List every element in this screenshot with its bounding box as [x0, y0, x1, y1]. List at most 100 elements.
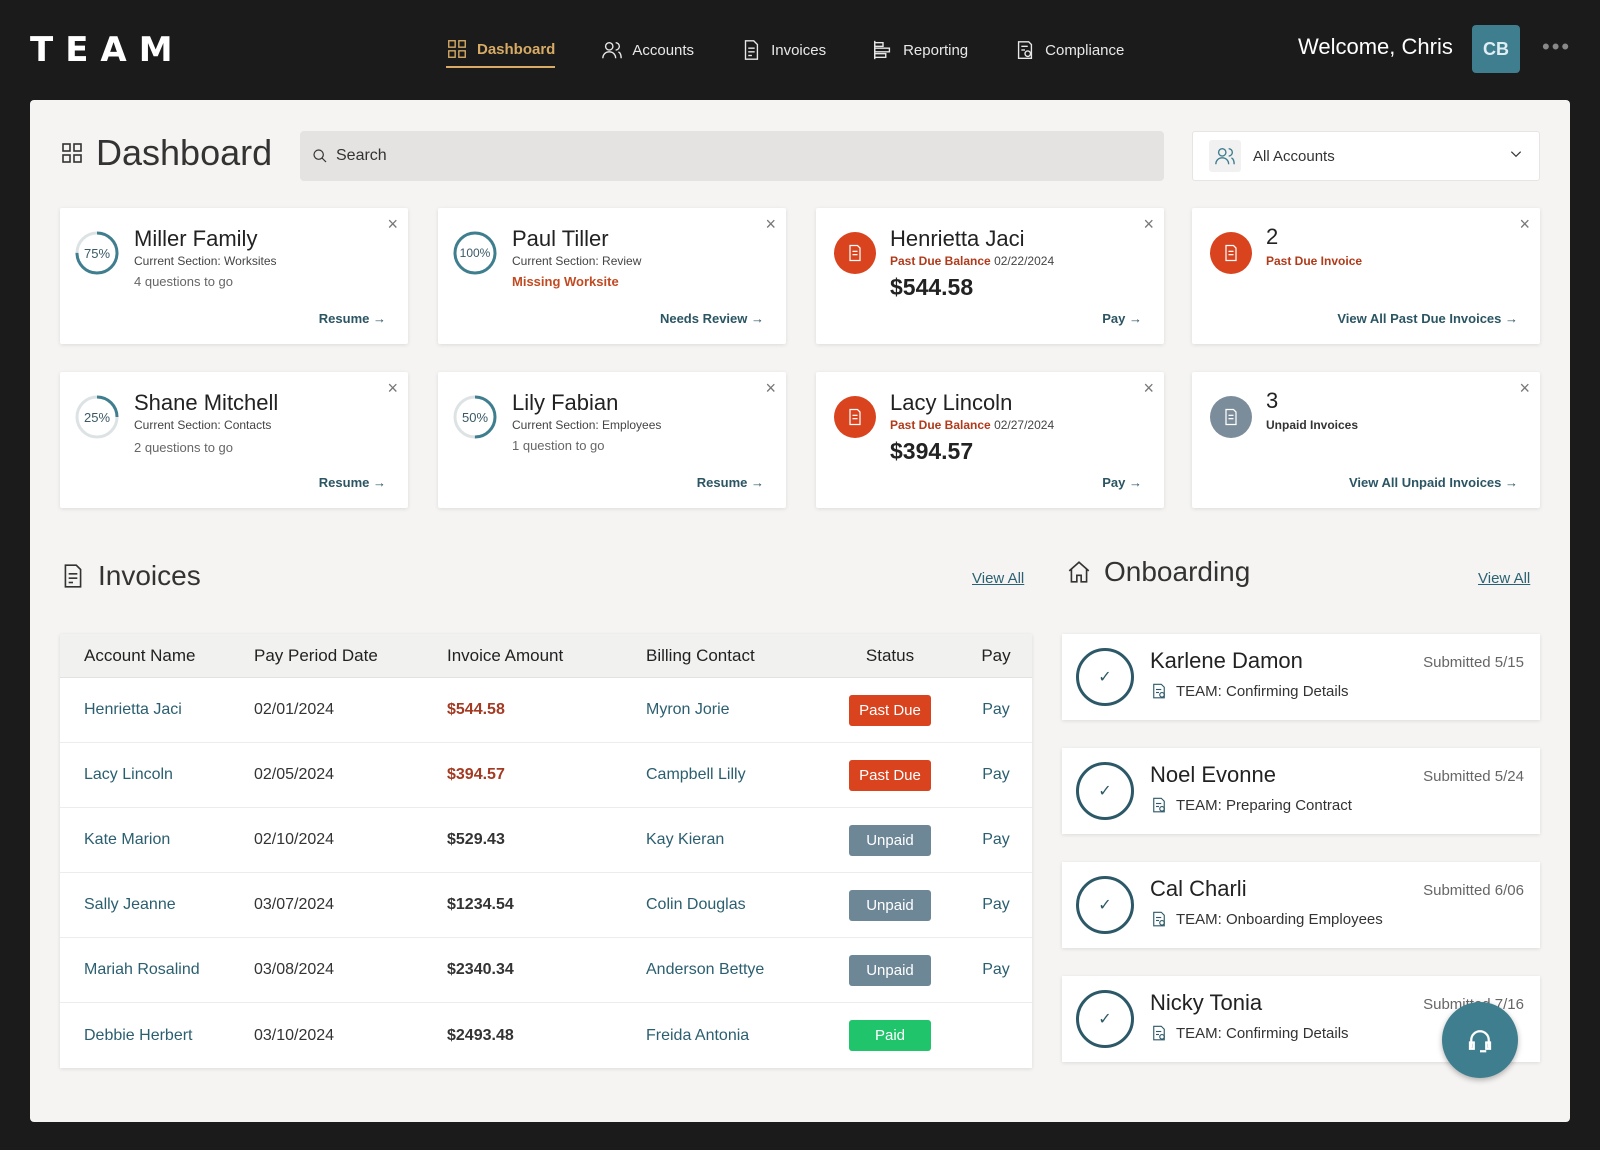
card-henrietta-jaci: Henrietta Jaci Past Due Balance 02/22/20… [816, 208, 1164, 344]
invoices-title-text: Invoices [98, 560, 201, 591]
row-pay-link[interactable]: Pay [960, 961, 1032, 979]
onboarding-view-all-link[interactable]: View All [1478, 570, 1530, 587]
document-status-icon [1153, 797, 1165, 813]
close-icon[interactable]: × [765, 214, 776, 235]
status-badge: Past Due [849, 759, 931, 791]
nav-compliance[interactable]: Compliance [1014, 36, 1124, 68]
row-amount: $2340.34 [447, 961, 514, 978]
document-status-icon [1153, 911, 1165, 927]
onboarding-status-text: TEAM: Onboarding Employees [1176, 910, 1383, 928]
card-remaining: 4 questions to go [134, 274, 234, 289]
close-icon[interactable]: × [765, 378, 776, 399]
past-due-label: Past Due Balance [890, 418, 991, 432]
card-paul-tiller: 100% Paul Tiller Current Section: Review… [438, 208, 786, 344]
compliance-checklist-icon [1018, 41, 1033, 59]
row-contact[interactable]: Colin Douglas [646, 896, 820, 914]
search-bar[interactable] [300, 131, 1164, 181]
accounts-icon-box [1209, 140, 1241, 172]
close-icon[interactable]: × [1519, 378, 1530, 399]
account-filter-label: All Accounts [1253, 147, 1335, 165]
due-date: 02/27/2024 [994, 418, 1055, 432]
status-badge: Paid [849, 1020, 931, 1051]
check-circle-icon: ✓ [1076, 990, 1134, 1048]
card-unpaid-invoices: 3 Unpaid Invoices × View All Unpaid Invo… [1192, 372, 1540, 508]
chat-support-button[interactable] [1442, 1002, 1518, 1078]
onboarding-status-text: TEAM: Confirming Details [1176, 1024, 1349, 1042]
dashboard-grid-icon [448, 40, 466, 58]
table-row: Debbie Herbert 03/10/2024 $2493.48 Freid… [60, 1003, 1032, 1068]
pay-link[interactable]: Pay → [1102, 311, 1142, 326]
nav-reporting[interactable]: Reporting [872, 36, 968, 68]
account-filter-select[interactable]: All Accounts [1192, 131, 1540, 181]
onboarding-item[interactable]: ✓ Karlene Damon Submitted 5/15 TEAM: Con… [1062, 634, 1540, 720]
resume-link[interactable]: Resume → [319, 475, 386, 490]
view-all-past-due-link[interactable]: View All Past Due Invoices → [1337, 311, 1518, 326]
row-pay-link[interactable]: Pay [960, 831, 1032, 849]
onboarding-status: TEAM: Preparing Contract [1150, 796, 1352, 814]
close-icon[interactable]: × [387, 214, 398, 235]
row-amount: $2493.48 [447, 1026, 514, 1044]
row-amount: $544.58 [447, 701, 505, 718]
onboarding-item[interactable]: ✓ Noel Evonne Submitted 5/24 TEAM: Prepa… [1062, 748, 1540, 834]
card-section: Current Section: Employees [512, 418, 662, 432]
card-count-label: Unpaid Invoices [1266, 418, 1359, 432]
resume-link[interactable]: Resume → [697, 475, 764, 490]
row-contact[interactable]: Anderson Bettye [646, 961, 820, 979]
nav-accounts[interactable]: Accounts [601, 36, 694, 68]
past-due-label: Past Due Balance [890, 254, 991, 268]
row-pay-link[interactable]: Pay [960, 701, 1032, 719]
accounts-users-icon [1215, 147, 1235, 165]
resume-link[interactable]: Resume → [319, 311, 386, 326]
status-badge: Unpaid [849, 889, 931, 921]
view-all-unpaid-link[interactable]: View All Unpaid Invoices → [1349, 475, 1518, 490]
row-account[interactable]: Henrietta Jaci [60, 701, 254, 719]
pay-link[interactable]: Pay → [1102, 475, 1142, 490]
header-account-name: Account Name [84, 645, 196, 665]
card-past-due-invoices: 2 Past Due Invoice × View All Past Due I… [1192, 208, 1540, 344]
chat-support-icon [1468, 1030, 1492, 1053]
card-name: Henrietta Jaci [890, 226, 1025, 251]
close-icon[interactable]: × [1519, 214, 1530, 235]
check-circle-icon: ✓ [1076, 876, 1134, 934]
status-badge: Unpaid [849, 824, 931, 856]
row-account[interactable]: Debbie Herbert [60, 1027, 254, 1045]
invoice-alert-icon [834, 232, 876, 274]
table-row: Lacy Lincoln 02/05/2024 $394.57 Campbell… [60, 743, 1032, 808]
row-account[interactable]: Sally Jeanne [60, 896, 254, 914]
onboarding-name: Noel Evonne [1150, 762, 1276, 787]
user-avatar[interactable]: CB [1472, 25, 1520, 73]
row-contact[interactable]: Campbell Lilly [646, 766, 820, 784]
row-account[interactable]: Kate Marion [60, 831, 254, 849]
onboarding-item[interactable]: ✓ Cal Charli Submitted 6/06 TEAM: Onboar… [1062, 862, 1540, 948]
row-status-cell: Unpaid [820, 824, 960, 856]
main-panel: Dashboard All Accounts 75% Miller Family… [30, 100, 1570, 1122]
close-icon[interactable]: × [387, 378, 398, 399]
row-date: 02/01/2024 [254, 701, 335, 718]
invoice-alert-icon [834, 396, 876, 438]
close-icon[interactable]: × [1143, 378, 1154, 399]
row-contact[interactable]: Myron Jorie [646, 701, 820, 719]
document-status-icon [1153, 1025, 1165, 1041]
row-pay-link[interactable]: Pay [960, 896, 1032, 914]
card-name: Lacy Lincoln [890, 390, 1013, 415]
more-menu-icon[interactable]: ••• [1542, 34, 1571, 60]
nav-invoices[interactable]: Invoices [740, 36, 826, 68]
search-input[interactable] [336, 147, 1136, 165]
row-contact[interactable]: Freida Antonia [646, 1027, 820, 1045]
needs-review-link[interactable]: Needs Review → [660, 311, 764, 326]
row-date: 02/10/2024 [254, 831, 335, 848]
progress-ring: 100% [452, 230, 498, 276]
invoice-alert-icon [1210, 232, 1252, 274]
welcome-text: Welcome, Chris [1298, 34, 1453, 59]
card-lily-fabian: 50% Lily Fabian Current Section: Employe… [438, 372, 786, 508]
nav-dashboard[interactable]: Dashboard [446, 36, 556, 68]
header-invoice-amount: Invoice Amount [447, 645, 564, 665]
invoices-view-all-link[interactable]: View All [972, 570, 1024, 587]
row-pay-link[interactable]: Pay [960, 766, 1032, 784]
row-contact[interactable]: Kay Kieran [646, 831, 820, 849]
team-logo[interactable]: TEAM [30, 30, 185, 70]
row-account[interactable]: Lacy Lincoln [60, 766, 254, 784]
close-icon[interactable]: × [1143, 214, 1154, 235]
row-account[interactable]: Mariah Rosalind [60, 961, 254, 979]
progress-ring: 25% [74, 394, 120, 440]
